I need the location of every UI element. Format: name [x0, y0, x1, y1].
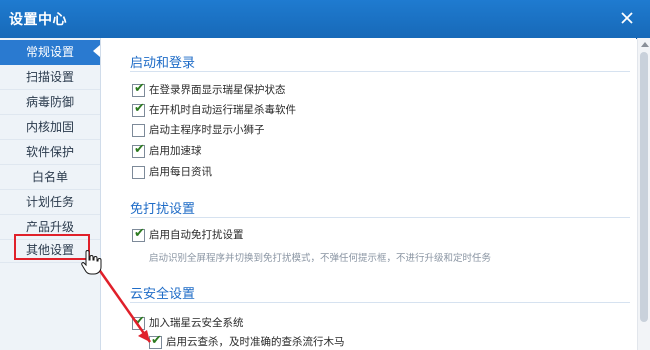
- check-icon: ✔: [134, 314, 145, 329]
- section-title-cloud: 云安全设置: [130, 287, 196, 302]
- option-label: 在开机时自动运行瑞星杀毒软件: [149, 104, 296, 116]
- checkbox[interactable]: [132, 166, 145, 179]
- checkbox[interactable]: ✔: [132, 81, 145, 97]
- close-button[interactable]: [616, 7, 638, 29]
- scroll-thumb[interactable]: [640, 52, 648, 322]
- checkbox[interactable]: ✔: [132, 101, 145, 117]
- sidebar-item-whitelist[interactable]: 白名单: [0, 165, 100, 190]
- section-title-startup: 启动和登录: [130, 56, 196, 71]
- sidebar-item-general[interactable]: 常规设置: [0, 40, 100, 65]
- checkbox[interactable]: ✔: [132, 226, 145, 242]
- option-label: 加入瑞星云安全系统: [149, 317, 244, 329]
- sidebar-item-software-protect[interactable]: 软件保护: [0, 140, 100, 165]
- check-icon: ✔: [151, 333, 162, 348]
- vertical-scrollbar[interactable]: [637, 38, 650, 350]
- check-icon: ✔: [134, 226, 145, 241]
- disturb-note: 启动识别全屏程序并切换到免打扰模式，不弹任何提示框，不进行升级和定时任务: [149, 253, 492, 264]
- sidebar-item-virus-defense[interactable]: 病毒防御: [0, 90, 100, 115]
- option-label: 启动主程序时显示小狮子: [149, 124, 265, 136]
- option-label: 启用自动免打扰设置: [149, 229, 244, 241]
- check-icon: ✔: [134, 81, 145, 96]
- settings-sidebar: 常规设置 扫描设置 病毒防御 内核加固 软件保护 白名单 计划任务 产品升级 其…: [0, 38, 101, 350]
- option-label: 在登录界面显示瑞星保护状态: [149, 84, 286, 96]
- checkbox[interactable]: ✔: [149, 333, 162, 349]
- check-icon: ✔: [134, 101, 145, 116]
- highlight-box: [14, 234, 90, 260]
- active-item-pointer: [93, 45, 100, 57]
- section-divider: [130, 302, 630, 303]
- checkbox[interactable]: ✔: [132, 142, 145, 158]
- option-label: 启用每日资讯: [149, 166, 212, 178]
- section-divider: [130, 71, 630, 72]
- section-divider: [130, 217, 630, 218]
- section-title-disturb: 免打扰设置: [130, 202, 196, 217]
- checkbox[interactable]: [132, 124, 145, 137]
- settings-content: 启动和登录 ✔ 在登录界面显示瑞星保护状态 ✔ 在开机时自动运行瑞星杀毒软件 启…: [101, 38, 636, 350]
- window-title: 设置中心: [9, 12, 67, 28]
- sidebar-item-scan[interactable]: 扫描设置: [0, 65, 100, 90]
- check-icon: ✔: [134, 142, 145, 157]
- option-label: 启用云查杀，及时准确的查杀流行木马: [166, 336, 345, 348]
- title-bar: 设置中心: [0, 0, 650, 39]
- scroll-up-arrow-icon[interactable]: [641, 42, 649, 47]
- checkbox[interactable]: ✔: [132, 314, 145, 330]
- sidebar-item-schedule[interactable]: 计划任务: [0, 190, 100, 215]
- close-icon: [621, 12, 633, 24]
- option-label: 启用加速球: [149, 145, 202, 157]
- sidebar-item-kernel[interactable]: 内核加固: [0, 115, 100, 140]
